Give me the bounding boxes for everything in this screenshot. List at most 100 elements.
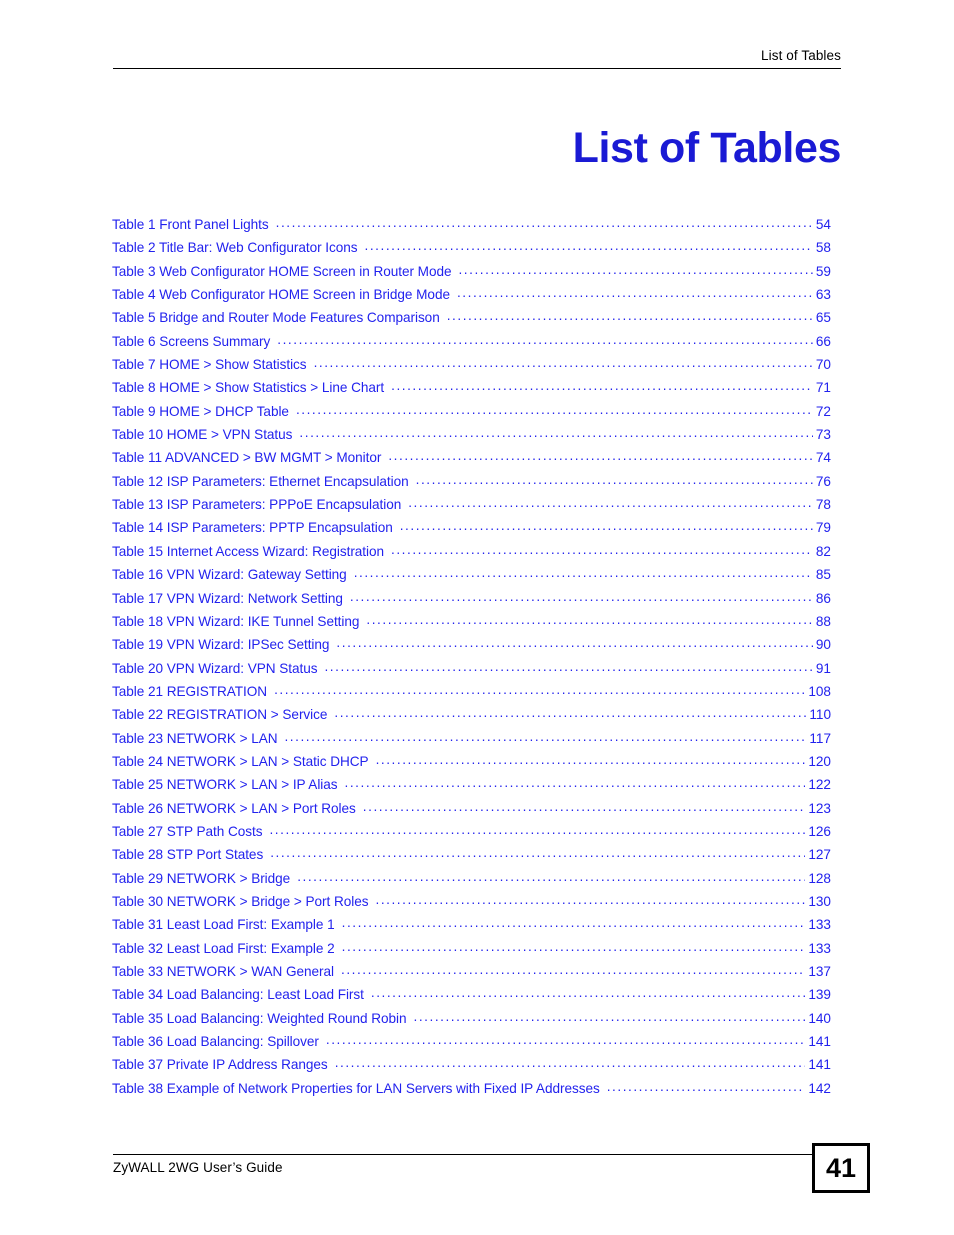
toc-entry-label: Table 15 Internet Access Wizard: Registr…: [112, 543, 385, 559]
toc-entry[interactable]: Table 26 NETWORK > LAN > Port Roles 123: [112, 800, 831, 823]
toc-entry-page: 141: [808, 1034, 831, 1050]
toc-entry[interactable]: Table 27 STP Path Costs 126: [112, 823, 831, 846]
toc-entry-page: 82: [815, 543, 831, 559]
toc-entry[interactable]: Table 15 Internet Access Wizard: Registr…: [112, 543, 831, 566]
toc-dot-leader: [607, 1080, 806, 1093]
page-title: List of Tables: [572, 123, 842, 172]
toc-entry-label: Table 14 ISP Parameters: PPTP Encapsulat…: [112, 520, 393, 536]
toc-entry-page: 137: [808, 964, 831, 979]
toc-entry-label: Table 1 Front Panel Lights: [112, 217, 269, 232]
toc-entry[interactable]: Table 12 ISP Parameters: Ethernet Encaps…: [112, 473, 831, 496]
toc-entry[interactable]: Table 6 Screens Summary 66: [112, 333, 831, 356]
toc-entry[interactable]: Table 31 Least Load First: Example 1 133: [112, 916, 831, 939]
toc-entry-page: 70: [815, 357, 831, 373]
toc-dot-leader: [276, 216, 813, 229]
toc-entry-label: Table 13 ISP Parameters: PPPoE Encapsula…: [112, 497, 402, 513]
toc-entry-page: 76: [815, 473, 831, 489]
toc-entry[interactable]: Table 20 VPN Wizard: VPN Status 91: [112, 660, 831, 683]
toc-dot-leader: [345, 776, 806, 789]
toc-entry-label: Table 36 Load Balancing: Spillover: [112, 1034, 319, 1050]
toc-entry[interactable]: Table 11 ADVANCED > BW MGMT > Monitor 74: [112, 449, 831, 472]
toc-entry-page: 127: [808, 847, 831, 863]
toc-entry-label: Table 7 HOME > Show Statistics: [112, 357, 307, 373]
toc-entry-page: 123: [808, 800, 831, 816]
toc-entry[interactable]: Table 30 NETWORK > Bridge > Port Roles 13…: [112, 893, 831, 916]
toc-dot-leader: [326, 1033, 805, 1046]
toc-entry-label: Table 4 Web Configurator HOME Screen in …: [112, 287, 450, 303]
toc-dot-leader: [296, 403, 813, 416]
toc-entry-label: Table 20 VPN Wizard: VPN Status: [112, 660, 318, 676]
toc-dot-leader: [416, 473, 813, 486]
toc-dot-leader: [414, 1010, 806, 1023]
toc-entry-label: Table 24 NETWORK > LAN > Static DHCP: [112, 753, 369, 769]
toc-entry-label: Table 23 NETWORK > LAN: [112, 730, 278, 746]
toc-entry-page: 63: [815, 287, 831, 303]
toc-entry[interactable]: Table 32 Least Load First: Example 2 133: [112, 940, 831, 963]
toc-dot-leader: [354, 566, 813, 579]
toc-dot-leader: [447, 309, 813, 322]
toc-entry[interactable]: Table 4 Web Configurator HOME Screen in …: [112, 286, 831, 309]
toc-entry-label: Table 22 REGISTRATION > Service: [112, 707, 328, 723]
toc-entry[interactable]: Table 3 Web Configurator HOME Screen in …: [112, 263, 831, 286]
toc-entry[interactable]: Table 2 Title Bar: Web Configurator Icon…: [112, 239, 831, 262]
toc-dot-leader: [299, 426, 812, 439]
page-number-box: 41: [812, 1143, 870, 1193]
toc-entry[interactable]: Table 14 ISP Parameters: PPTP Encapsulat…: [112, 519, 831, 542]
toc-dot-leader: [458, 263, 812, 276]
toc-entry-page: 72: [815, 403, 831, 419]
toc-entry[interactable]: Table 36 Load Balancing: Spillover 141: [112, 1033, 831, 1056]
toc-entry-label: Table 19 VPN Wizard: IPSec Setting: [112, 637, 330, 653]
toc-entry[interactable]: Table 5 Bridge and Router Mode Features …: [112, 309, 831, 332]
toc-dot-leader: [314, 356, 813, 369]
toc-entry-page: 142: [808, 1080, 831, 1096]
toc-entry-label: Table 29 NETWORK > Bridge: [112, 870, 291, 886]
toc-entry[interactable]: Table 33 NETWORK > WAN General 137: [112, 963, 831, 986]
toc-dot-leader: [371, 986, 805, 999]
toc-entry[interactable]: Table 9 HOME > DHCP Table 72: [112, 403, 831, 426]
toc-entry-label: Table 34 Load Balancing: Least Load Firs…: [112, 987, 364, 1003]
toc-entry-label: Table 25 NETWORK > LAN > IP Alias: [112, 777, 338, 793]
toc-entry[interactable]: Table 16 VPN Wizard: Gateway Setting 85: [112, 566, 831, 589]
toc-entry[interactable]: Table 23 NETWORK > LAN 117: [112, 730, 831, 753]
toc-entry-label: Table 2 Title Bar: Web Configurator Icon…: [112, 240, 358, 256]
toc-entry-page: 74: [815, 450, 831, 466]
toc-entry-label: Table 32 Least Load First: Example 2: [112, 940, 335, 956]
toc-entry[interactable]: Table 18 VPN Wizard: IKE Tunnel Setting 8…: [112, 613, 831, 636]
toc-entry-label: Table 33 NETWORK > WAN General: [112, 964, 334, 979]
toc-entry[interactable]: Table 13 ISP Parameters: PPPoE Encapsula…: [112, 496, 831, 519]
toc-entry-label: Table 5 Bridge and Router Mode Features …: [112, 310, 440, 326]
toc-entry[interactable]: Table 28 STP Port States 127: [112, 846, 831, 869]
toc-dot-leader: [284, 730, 806, 743]
toc-dot-leader: [457, 286, 813, 299]
list-of-tables: Table 1 Front Panel Lights 54 Table 2 Titl…: [112, 216, 831, 1103]
toc-entry-page: 65: [815, 310, 831, 326]
toc-entry-page: 85: [815, 567, 831, 583]
toc-entry-page: 139: [808, 987, 831, 1003]
toc-entry[interactable]: Table 10 HOME > VPN Status 73: [112, 426, 831, 449]
toc-entry[interactable]: Table 1 Front Panel Lights 54: [112, 216, 831, 239]
header-rule: [113, 68, 841, 69]
toc-entry-label: Table 8 HOME > Show Statistics > Line Ch…: [112, 380, 385, 396]
toc-entry[interactable]: Table 19 VPN Wizard: IPSec Setting 90: [112, 636, 831, 659]
toc-entry-page: 79: [815, 520, 831, 536]
toc-entry-label: Table 6 Screens Summary: [112, 333, 271, 349]
toc-entry-label: Table 12 ISP Parameters: Ethernet Encaps…: [112, 473, 409, 489]
toc-entry[interactable]: Table 37 Private IP Address Ranges 141: [112, 1056, 831, 1079]
toc-entry[interactable]: Table 35 Load Balancing: Weighted Round …: [112, 1010, 831, 1033]
toc-entry[interactable]: Table 21 REGISTRATION 108: [112, 683, 831, 706]
toc-entry-page: 90: [815, 637, 831, 653]
toc-entry[interactable]: Table 17 VPN Wizard: Network Setting 86: [112, 590, 831, 613]
toc-entry[interactable]: Table 38 Example of Network Properties f…: [112, 1080, 831, 1103]
toc-entry[interactable]: Table 34 Load Balancing: Least Load Firs…: [112, 986, 831, 1009]
toc-entry[interactable]: Table 22 REGISTRATION > Service 110: [112, 706, 831, 729]
toc-entry[interactable]: Table 7 HOME > Show Statistics 70: [112, 356, 831, 379]
toc-entry[interactable]: Table 29 NETWORK > Bridge 128: [112, 870, 831, 893]
toc-entry-page: 54: [815, 217, 831, 232]
toc-entry-page: 71: [815, 380, 831, 396]
toc-entry[interactable]: Table 25 NETWORK > LAN > IP Alias 122: [112, 776, 831, 799]
toc-entry[interactable]: Table 24 NETWORK > LAN > Static DHCP 120: [112, 753, 831, 776]
toc-entry-label: Table 30 NETWORK > Bridge > Port Roles: [112, 893, 369, 909]
toc-entry[interactable]: Table 8 HOME > Show Statistics > Line Ch…: [112, 379, 831, 402]
page-footer: ZyWALL 2WG User’s Guide: [113, 1154, 812, 1176]
toc-entry-page: 91: [815, 660, 831, 676]
